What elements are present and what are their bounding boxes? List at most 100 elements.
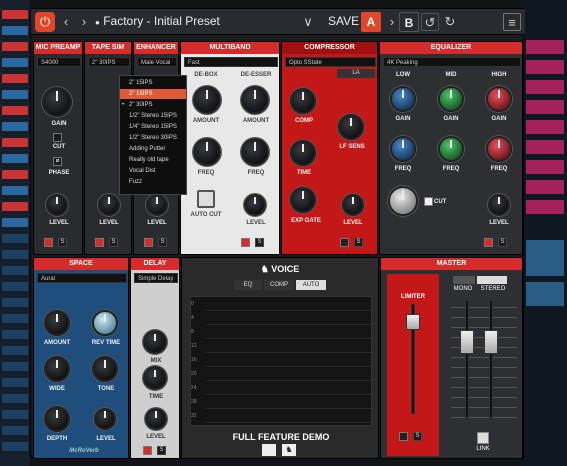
track-mute-button[interactable] (2, 170, 28, 179)
dropdown-option[interactable]: 1/2" Stereo 15IPS (120, 111, 186, 121)
mix-knob[interactable] (143, 330, 167, 354)
redo-button[interactable]: ↻ (441, 13, 459, 31)
de-esser-amount-knob[interactable] (241, 86, 269, 114)
track-strip[interactable] (2, 218, 28, 227)
solo-button[interactable]: S (413, 432, 422, 441)
track-strip[interactable] (2, 58, 28, 67)
track-mute-button[interactable] (2, 74, 28, 83)
track-mute-button[interactable] (2, 202, 28, 211)
exp-gate-knob[interactable] (290, 187, 316, 213)
track-strip[interactable] (2, 154, 28, 163)
settings-icon[interactable]: ♞ (282, 444, 296, 456)
dropdown-option[interactable]: Really old tape (120, 155, 186, 165)
module-power-toggle[interactable] (143, 446, 152, 455)
track-strip[interactable] (2, 346, 28, 355)
audio-region[interactable] (526, 120, 564, 134)
track-strip[interactable] (2, 426, 28, 435)
cut-toggle[interactable] (424, 197, 433, 206)
link-toggle[interactable] (477, 432, 489, 444)
track-strip[interactable] (2, 266, 28, 275)
track-mute-button[interactable] (2, 138, 28, 147)
tab-auto[interactable]: AUTO (296, 280, 326, 290)
gain-knob[interactable] (42, 87, 72, 117)
high-freq-knob[interactable] (486, 136, 512, 162)
track-strip[interactable] (2, 122, 28, 131)
prev-preset-button[interactable]: ‹ (57, 13, 75, 31)
level-knob[interactable] (46, 194, 68, 216)
audio-region[interactable] (526, 282, 564, 306)
module-power-toggle[interactable] (95, 238, 104, 247)
track-strip[interactable] (2, 442, 28, 451)
comp-knob[interactable] (290, 88, 316, 114)
lf-sens-knob[interactable] (338, 114, 364, 140)
master-fader-left[interactable] (460, 330, 474, 354)
solo-button[interactable]: S (58, 238, 67, 247)
module-power-toggle[interactable] (144, 238, 153, 247)
ab-a-button[interactable]: A (361, 12, 381, 32)
level-knob[interactable] (98, 194, 120, 216)
dropdown-option[interactable]: 2" 15IPS (120, 78, 186, 88)
time-knob[interactable] (290, 140, 316, 166)
mid-freq-knob[interactable] (438, 136, 464, 162)
tone-knob[interactable] (92, 356, 118, 382)
solo-button[interactable]: S (109, 238, 118, 247)
audio-region[interactable] (526, 180, 564, 194)
audio-region[interactable] (526, 200, 564, 214)
low-gain-knob[interactable] (390, 86, 416, 112)
menu-button[interactable]: ≡ (503, 13, 521, 31)
audio-region[interactable] (526, 140, 564, 154)
track-strip[interactable] (2, 378, 28, 387)
preset-name[interactable]: ● Factory - Initial Preset (95, 14, 220, 28)
de-esser-freq-knob[interactable] (241, 138, 269, 166)
track-strip[interactable] (2, 250, 28, 259)
low-freq-knob[interactable] (390, 136, 416, 162)
audio-region[interactable] (526, 240, 564, 276)
module-power-toggle[interactable] (399, 432, 408, 441)
power-button[interactable]: ⏻ (35, 12, 55, 32)
track-strip[interactable] (2, 90, 28, 99)
dropdown-option[interactable]: 2" 15IPS (120, 89, 186, 99)
stereo-label[interactable]: STEREO (477, 286, 509, 292)
de-box-amount-knob[interactable] (193, 86, 221, 114)
enhancer-mode-select[interactable]: Male Vocal (137, 57, 177, 67)
cut-toggle[interactable] (53, 133, 62, 142)
undo-button[interactable]: ↺ (421, 13, 439, 31)
time-knob[interactable] (143, 366, 167, 390)
limiter-fader[interactable] (406, 314, 420, 330)
level-knob[interactable] (488, 194, 510, 216)
solo-button[interactable]: S (255, 238, 264, 247)
tab-eq[interactable]: EQ (234, 280, 262, 290)
solo-button[interactable]: S (157, 446, 166, 455)
eq-mode-select[interactable]: 4K Peaking (383, 57, 521, 67)
dropdown-option[interactable]: Adding Putter (120, 144, 186, 154)
rev-time-knob[interactable] (92, 310, 118, 336)
mic-model-select[interactable]: S4000 (37, 57, 81, 67)
solo-button[interactable]: S (158, 238, 167, 247)
track-mute-button[interactable] (2, 42, 28, 51)
level-knob[interactable] (146, 194, 168, 216)
preset-menu-button[interactable]: ∨ (299, 13, 317, 31)
space-type-select[interactable]: Aural (37, 273, 127, 283)
la-mode-badge[interactable]: LA (337, 69, 375, 78)
hp-filter-knob[interactable] (388, 186, 418, 216)
module-power-toggle[interactable] (44, 238, 53, 247)
phase-toggle[interactable]: ⌀ (53, 157, 62, 166)
level-knob[interactable] (145, 408, 167, 430)
wide-knob[interactable] (44, 356, 70, 382)
audio-region[interactable] (526, 40, 564, 54)
ab-b-button[interactable]: B (399, 12, 419, 32)
compressor-type-select[interactable]: Opto SState (285, 57, 376, 67)
audio-region[interactable] (526, 160, 564, 174)
mono-label[interactable]: MONO (449, 286, 477, 292)
audio-region[interactable] (526, 100, 564, 114)
amount-knob[interactable] (44, 310, 70, 336)
mid-gain-knob[interactable] (438, 86, 464, 112)
track-strip[interactable] (2, 330, 28, 339)
level-knob[interactable] (244, 194, 266, 216)
module-power-toggle[interactable] (241, 238, 250, 247)
level-knob[interactable] (94, 408, 116, 430)
dropdown-option[interactable]: Vocal Dist (120, 166, 186, 176)
level-knob[interactable] (342, 194, 364, 216)
solo-button[interactable]: S (498, 238, 507, 247)
track-strip[interactable] (2, 362, 28, 371)
